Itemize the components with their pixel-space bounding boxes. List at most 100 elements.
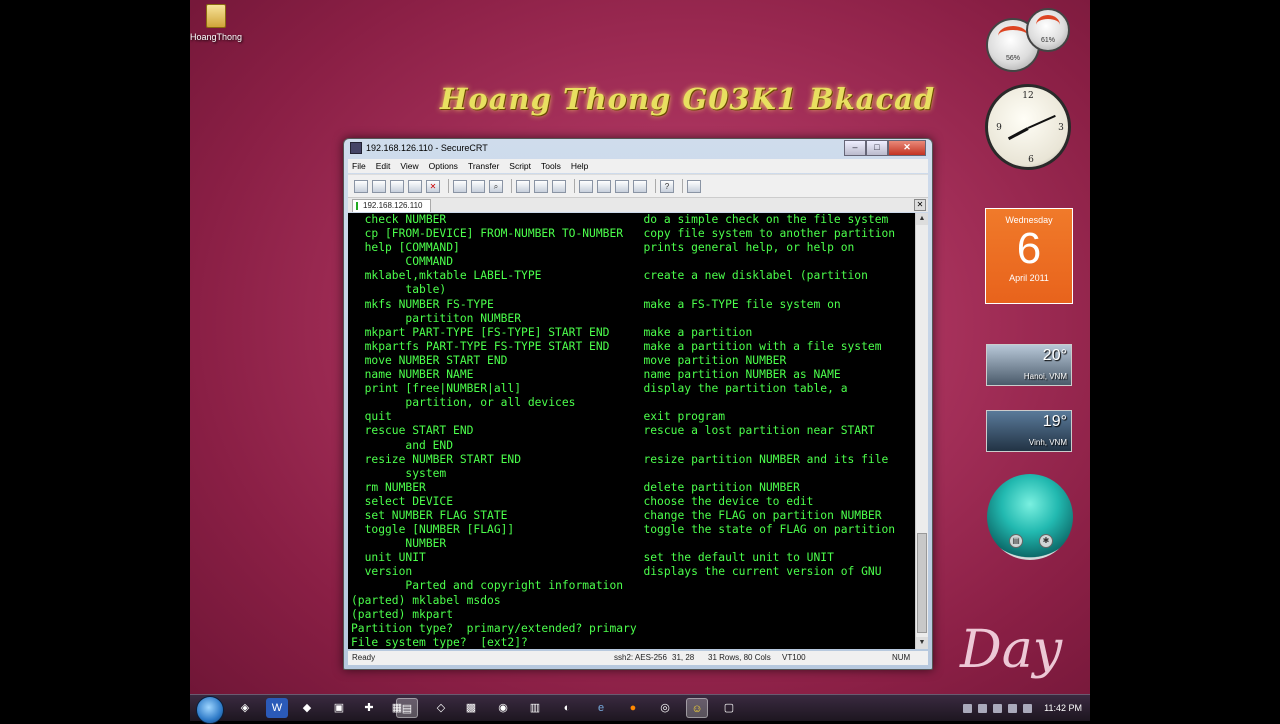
global-options-icon[interactable] bbox=[597, 179, 611, 193]
terminal-line: set NUMBER FLAG STATE change the FLAG on… bbox=[351, 508, 882, 522]
copy-icon[interactable] bbox=[453, 179, 467, 193]
status-cursor: 31, 28 bbox=[672, 653, 695, 662]
terminal-line: File system type? [ext2]? bbox=[351, 635, 528, 649]
ram-meter-arc bbox=[1036, 15, 1060, 35]
taskbar-app-icon[interactable]: ✚ bbox=[358, 698, 380, 718]
wallpaper-title: Hoang Thong G03K1 Bkacad bbox=[440, 82, 936, 116]
terminal-line: cp [FROM-DEVICE] FROM-NUMBER TO-NUMBER c… bbox=[351, 227, 896, 241]
menu-transfer[interactable]: Transfer bbox=[468, 161, 499, 171]
terminal-line: (parted) mkpart bbox=[351, 607, 454, 621]
volume-icon[interactable] bbox=[1023, 703, 1033, 713]
terminal-line: COMMAND bbox=[351, 255, 454, 269]
reconnect-icon[interactable] bbox=[408, 179, 422, 193]
terminal-line: mkfs NUMBER FS-TYPE make a FS-TYPE file … bbox=[351, 297, 841, 311]
taskbar-app-icon[interactable]: ◇ bbox=[430, 698, 452, 718]
taskbar-app-icon[interactable]: ▢ bbox=[718, 698, 740, 718]
network-meter-gadget[interactable]: ▤ ✱ bbox=[987, 474, 1073, 560]
find-icon[interactable]: ⌕ bbox=[489, 179, 503, 193]
terminal-line: and END bbox=[351, 438, 454, 452]
cpu-meter-arc bbox=[998, 26, 1028, 46]
taskbar-app-icon[interactable]: ▥ bbox=[524, 698, 546, 718]
weather-gadget-vinh[interactable]: 19° Vinh, VNM bbox=[986, 410, 1072, 452]
taskbar-app-icon[interactable]: ▩ bbox=[460, 698, 482, 718]
taskbar-app-icon[interactable]: ▣ bbox=[328, 698, 350, 718]
tab-close-icon[interactable]: ✕ bbox=[914, 199, 926, 211]
lock-session-icon[interactable] bbox=[687, 179, 701, 193]
help-icon[interactable]: ? bbox=[660, 179, 674, 193]
close-button[interactable]: ✕ bbox=[888, 140, 926, 156]
print-setup-icon[interactable] bbox=[516, 179, 530, 193]
terminal-output[interactable]: check NUMBER do a simple check on the fi… bbox=[348, 213, 916, 649]
terminal-line: print [free|NUMBER|all] display the part… bbox=[351, 382, 848, 396]
securecrt-window: 192.168.126.110 - SecureCRT – □ ✕ File E… bbox=[343, 138, 933, 670]
menu-bar: File Edit View Options Transfer Script T… bbox=[348, 159, 928, 173]
connect-icon[interactable] bbox=[354, 179, 368, 193]
status-size: 31 Rows, 80 Cols bbox=[708, 653, 771, 662]
weather-gadget-hanoi[interactable]: 20° Hanoi, VNM bbox=[986, 344, 1072, 386]
calendar-month-year: April 2011 bbox=[1009, 273, 1049, 283]
print-icon[interactable] bbox=[552, 179, 566, 193]
taskbar-app-icon[interactable]: ◐ bbox=[556, 698, 578, 718]
folder-icon bbox=[206, 4, 226, 28]
desktop: HoangThong Hoang Thong G03K1 Bkacad Day … bbox=[190, 0, 1090, 720]
gear-icon[interactable]: ✱ bbox=[1039, 534, 1053, 548]
network-icon[interactable] bbox=[1008, 703, 1018, 713]
cpu-meter-value: 56% bbox=[1005, 55, 1020, 62]
tray-icon[interactable] bbox=[978, 703, 988, 713]
maximize-button[interactable]: □ bbox=[866, 140, 888, 156]
terminal-line: mkpartfs PART-TYPE FS-TYPE START END mak… bbox=[351, 339, 882, 353]
menu-help[interactable]: Help bbox=[571, 161, 588, 171]
session-tab[interactable]: 192.168.126.110 bbox=[352, 199, 432, 212]
window-controls: – □ ✕ bbox=[844, 140, 926, 156]
menu-view[interactable]: View bbox=[400, 161, 418, 171]
firefox-icon[interactable]: ● bbox=[622, 698, 644, 718]
menu-options[interactable]: Options bbox=[429, 161, 458, 171]
ram-meter-gadget[interactable]: 61% bbox=[1026, 8, 1070, 52]
taskbar-app-icon[interactable]: ◎ bbox=[654, 698, 676, 718]
calendar-gadget[interactable]: Wednesday 6 April 2011 bbox=[985, 208, 1073, 304]
document-icon[interactable]: ▤ bbox=[1009, 534, 1023, 548]
clock-number-12: 12 bbox=[1022, 91, 1034, 101]
connect-in-tab-icon[interactable] bbox=[390, 179, 404, 193]
terminal-scrollbar[interactable]: ▲ ▼ bbox=[915, 213, 928, 649]
taskbar-app-icon[interactable]: ◆ bbox=[296, 698, 318, 718]
weather-temp: 19° bbox=[1042, 413, 1067, 430]
desktop-icon-hoangthong[interactable]: HoangThong bbox=[190, 4, 242, 42]
paste-icon[interactable] bbox=[471, 179, 485, 193]
print-selection-icon[interactable] bbox=[534, 179, 548, 193]
session-options-icon[interactable] bbox=[579, 179, 593, 193]
terminal-line: select DEVICE choose the device to edit bbox=[351, 494, 814, 508]
word-icon[interactable]: W bbox=[266, 698, 288, 718]
quick-connect-icon[interactable] bbox=[372, 179, 386, 193]
keymap-icon[interactable] bbox=[615, 179, 629, 193]
scroll-up-icon[interactable]: ▲ bbox=[916, 213, 928, 225]
taskbar-app-icon[interactable]: ◈ bbox=[234, 698, 256, 718]
terminal-line: partititon NUMBER bbox=[351, 311, 522, 325]
clock-minute-hand bbox=[1027, 114, 1056, 129]
tray-clock[interactable]: 11:42 PM bbox=[1044, 703, 1082, 713]
tray-icon[interactable] bbox=[963, 703, 973, 713]
taskbar-app-icon[interactable]: ◉ bbox=[492, 698, 514, 718]
terminal-line: version displays the current version of … bbox=[351, 565, 882, 579]
scrollbar-thumb[interactable] bbox=[917, 533, 927, 633]
sftp-icon[interactable] bbox=[633, 179, 647, 193]
ie-icon[interactable]: e bbox=[590, 698, 612, 718]
terminal-line: quit exit program bbox=[351, 410, 726, 424]
status-cipher: ssh2: AES-256 bbox=[614, 653, 667, 662]
menu-tools[interactable]: Tools bbox=[541, 161, 561, 171]
smiley-icon[interactable]: ☺ bbox=[686, 698, 708, 718]
weather-temp: 20° bbox=[1042, 347, 1067, 364]
securecrt-taskbar-icon[interactable]: ▤ bbox=[396, 698, 418, 718]
scroll-down-icon[interactable]: ▼ bbox=[916, 637, 928, 649]
app-icon bbox=[350, 142, 362, 154]
disconnect-icon[interactable]: ✕ bbox=[426, 179, 440, 193]
toolbar-separator bbox=[511, 179, 512, 193]
terminal-line: NUMBER bbox=[351, 537, 447, 551]
menu-file[interactable]: File bbox=[352, 161, 366, 171]
menu-edit[interactable]: Edit bbox=[376, 161, 391, 171]
toolbar-separator bbox=[682, 179, 683, 193]
minimize-button[interactable]: – bbox=[844, 140, 866, 156]
tray-icon[interactable] bbox=[993, 703, 1003, 713]
menu-script[interactable]: Script bbox=[509, 161, 531, 171]
clock-gadget[interactable]: 12 3 6 9 bbox=[985, 84, 1071, 170]
